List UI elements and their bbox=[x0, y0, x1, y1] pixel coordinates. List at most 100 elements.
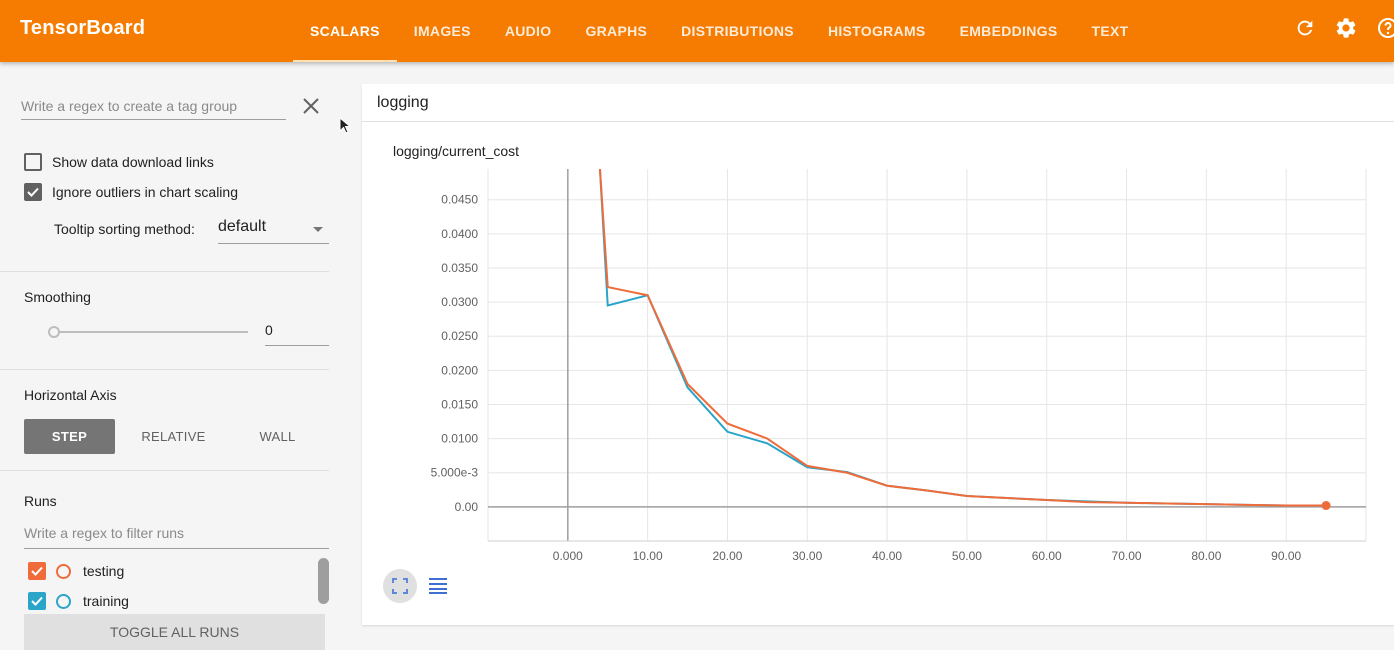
data-point-testing bbox=[647, 294, 649, 296]
tab-scalars[interactable]: SCALARS bbox=[293, 0, 397, 62]
y-tick-label: 0.0300 bbox=[441, 295, 478, 309]
series-line-training bbox=[598, 169, 1327, 507]
tab-distributions[interactable]: DISTRIBUTIONS bbox=[664, 0, 811, 62]
x-tick-label: 30.00 bbox=[792, 549, 822, 563]
checkmark-icon bbox=[31, 596, 43, 606]
data-point-testing bbox=[1046, 499, 1048, 501]
run-color-swatch bbox=[56, 563, 71, 579]
sidebar: Show data download links Ignore outliers… bbox=[0, 62, 357, 650]
x-tick-label: 80.00 bbox=[1191, 549, 1221, 563]
data-point-training bbox=[766, 442, 768, 444]
tooltip-sort-dropdown[interactable]: default bbox=[218, 218, 329, 244]
tooltip-sort-label: Tooltip sorting method: bbox=[54, 221, 195, 237]
data-point-testing bbox=[1165, 502, 1167, 504]
dashboard-tabs: SCALARS IMAGES AUDIO GRAPHS DISTRIBUTION… bbox=[293, 0, 1145, 62]
fit-domain-button[interactable] bbox=[383, 569, 417, 603]
run-checkbox-training[interactable] bbox=[28, 592, 46, 610]
last-point-marker bbox=[1321, 501, 1331, 511]
mouse-cursor-icon bbox=[339, 116, 352, 140]
x-tick-label: 90.00 bbox=[1271, 549, 1301, 563]
axis-step-button[interactable]: STEP bbox=[24, 419, 115, 454]
data-point-testing bbox=[1126, 502, 1128, 504]
data-point-testing bbox=[1245, 504, 1247, 506]
x-tick-label: 0.000 bbox=[553, 549, 583, 563]
y-tick-label: 5.000e-3 bbox=[431, 466, 479, 480]
run-item-training[interactable]: training bbox=[28, 592, 129, 610]
tab-text[interactable]: TEXT bbox=[1074, 0, 1145, 62]
tab-graphs[interactable]: GRAPHS bbox=[568, 0, 664, 62]
runs-title: Runs bbox=[24, 493, 57, 509]
smoothing-value-input[interactable]: 0 bbox=[265, 322, 329, 346]
data-point-testing bbox=[926, 489, 928, 491]
data-point-testing bbox=[607, 286, 609, 288]
ignore-outliers-toggle[interactable]: Ignore outliers in chart scaling bbox=[24, 183, 238, 201]
show-download-links-toggle[interactable]: Show data download links bbox=[24, 153, 214, 171]
x-tick-label: 70.00 bbox=[1112, 549, 1142, 563]
tab-audio[interactable]: AUDIO bbox=[488, 0, 569, 62]
data-point-testing bbox=[599, 165, 600, 166]
x-tick-label: 20.00 bbox=[712, 549, 742, 563]
axis-relative-button[interactable]: RELATIVE bbox=[128, 419, 219, 454]
y-tick-label: 0.0100 bbox=[441, 432, 478, 446]
smoothing-slider-knob[interactable] bbox=[48, 326, 60, 338]
runs-scrollbar[interactable] bbox=[318, 558, 329, 604]
divider bbox=[0, 470, 329, 471]
y-tick-label: 0.0150 bbox=[441, 397, 478, 411]
toggle-all-runs-button[interactable]: TOGGLE ALL RUNS bbox=[24, 614, 325, 650]
data-point-training bbox=[607, 305, 609, 307]
run-item-testing[interactable]: testing bbox=[28, 562, 124, 580]
checkmark-icon bbox=[27, 187, 39, 197]
data-point-testing bbox=[806, 465, 808, 467]
show-download-checkbox[interactable] bbox=[24, 153, 42, 171]
dropdown-caret-icon bbox=[313, 227, 323, 232]
divider bbox=[0, 271, 329, 272]
x-tick-label: 40.00 bbox=[872, 549, 902, 563]
data-point-testing bbox=[846, 472, 848, 474]
axis-wall-button[interactable]: WALL bbox=[232, 419, 323, 454]
run-label-training: training bbox=[83, 593, 129, 609]
runs-filter-input[interactable]: Write a regex to filter runs bbox=[24, 525, 329, 549]
show-download-label: Show data download links bbox=[52, 154, 214, 170]
x-tick-label: 60.00 bbox=[1032, 549, 1062, 563]
smoothing-title: Smoothing bbox=[24, 289, 91, 305]
tab-embeddings[interactable]: EMBEDDINGS bbox=[943, 0, 1075, 62]
tag-regex-field[interactable] bbox=[21, 94, 286, 120]
data-point-testing bbox=[1006, 497, 1008, 499]
refresh-icon[interactable] bbox=[1294, 17, 1316, 39]
data-point-testing bbox=[1086, 501, 1088, 503]
data-point-training bbox=[687, 386, 689, 388]
y-tick-label: 0.0350 bbox=[441, 261, 478, 275]
checkmark-icon bbox=[31, 566, 43, 576]
series-line-testing bbox=[598, 169, 1327, 507]
y-tick-label: 0.0200 bbox=[441, 363, 478, 377]
data-point-training bbox=[599, 165, 600, 166]
x-tick-label: 50.00 bbox=[952, 549, 982, 563]
run-color-swatch bbox=[56, 593, 71, 609]
tooltip-sort-value: default bbox=[218, 218, 267, 235]
settings-icon[interactable] bbox=[1334, 16, 1358, 40]
close-icon[interactable] bbox=[301, 96, 321, 121]
top-app-bar: TensorBoard SCALARS IMAGES AUDIO GRAPHS … bbox=[0, 0, 1394, 62]
data-point-testing bbox=[1205, 503, 1207, 505]
ignore-outliers-checkbox[interactable] bbox=[24, 183, 42, 201]
app-title: TensorBoard bbox=[20, 17, 146, 39]
fullscreen-icon bbox=[392, 578, 408, 594]
ignore-outliers-label: Ignore outliers in chart scaling bbox=[52, 184, 238, 200]
smoothing-slider-track[interactable] bbox=[54, 331, 248, 333]
tab-histograms[interactable]: HISTOGRAMS bbox=[811, 0, 943, 62]
y-tick-label: 0.0400 bbox=[441, 227, 478, 241]
tag-regex-input[interactable] bbox=[21, 94, 286, 114]
horizontal-axis-title: Horizontal Axis bbox=[24, 387, 117, 403]
data-point-testing bbox=[687, 383, 689, 385]
data-point-testing bbox=[766, 438, 768, 440]
run-checkbox-testing[interactable] bbox=[28, 562, 46, 580]
tab-images[interactable]: IMAGES bbox=[397, 0, 488, 62]
data-point-testing bbox=[966, 495, 968, 497]
chart-title: logging/current_cost bbox=[393, 143, 520, 159]
list-icon[interactable] bbox=[428, 577, 448, 600]
data-point-testing bbox=[886, 485, 888, 487]
tag-group-card: logging 0.000 10.00 20.00 30.00 40.00 50.00 60… bbox=[362, 84, 1394, 625]
help-icon[interactable] bbox=[1376, 16, 1394, 40]
divider bbox=[0, 369, 329, 370]
data-point-testing bbox=[726, 423, 728, 425]
